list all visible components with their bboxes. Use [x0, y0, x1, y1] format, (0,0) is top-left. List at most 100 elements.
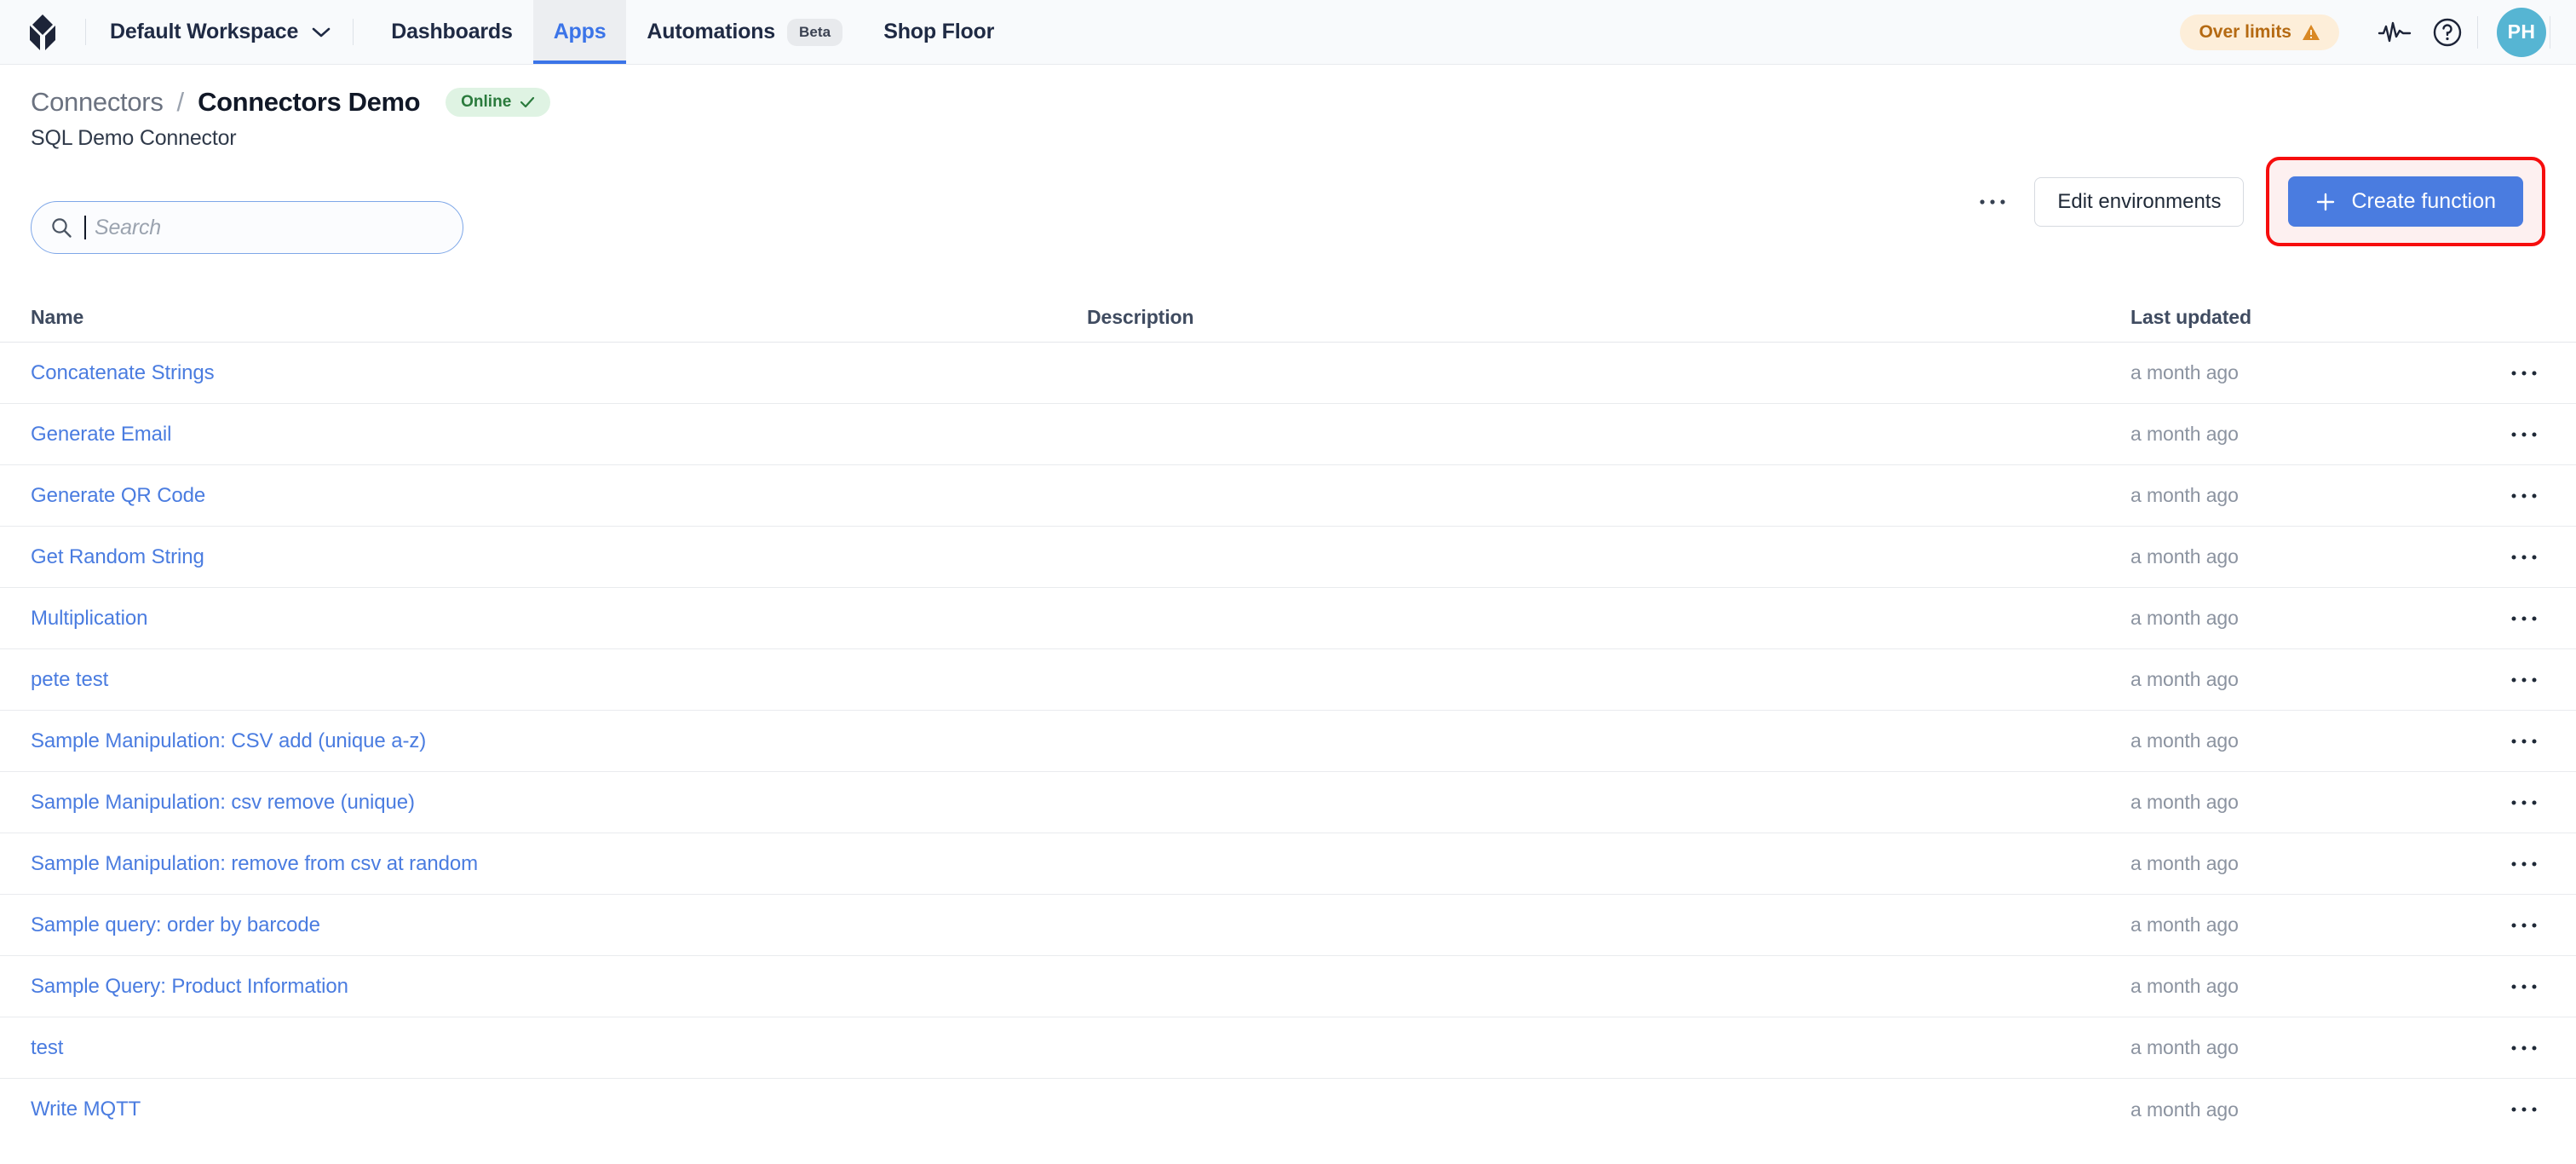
row-menu-button[interactable]: [2504, 599, 2544, 638]
table-row-3[interactable]: Get Random String a month ago: [0, 527, 2576, 588]
table-row-11[interactable]: test a month ago: [0, 1017, 2576, 1079]
row-menu-button[interactable]: [2504, 354, 2544, 393]
breadcrumb: Connectors / Connectors Demo Online: [31, 87, 2545, 118]
user-avatar[interactable]: PH: [2497, 7, 2546, 57]
search-placeholder: Search: [95, 215, 162, 239]
function-name-link[interactable]: Sample Manipulation: csv remove (unique): [31, 791, 415, 814]
row-last-updated-cell: a month ago: [2130, 545, 2239, 568]
row-actions-cell: [2488, 538, 2545, 577]
ellipsis-icon: [2511, 739, 2537, 743]
ellipsis-icon: [2511, 371, 2537, 375]
page-header: Connectors / Connectors Demo Online SQL …: [0, 65, 2576, 246]
top-navigation-bar: Default Workspace Dashboards Apps Automa…: [0, 0, 2576, 65]
activity-monitor-button[interactable]: [2368, 6, 2421, 59]
row-menu-button[interactable]: [2504, 967, 2544, 1006]
row-menu-button[interactable]: [2504, 722, 2544, 761]
table-header-row: Name Description Last updated: [0, 293, 2576, 343]
row-last-updated-cell: a month ago: [2130, 791, 2239, 813]
workspace-selector[interactable]: Default Workspace: [86, 0, 353, 64]
table-row-6[interactable]: Sample Manipulation: CSV add (unique a-z…: [0, 711, 2576, 772]
row-last-updated-cell: a month ago: [2130, 361, 2239, 383]
table-row-7[interactable]: Sample Manipulation: csv remove (unique)…: [0, 772, 2576, 833]
tab-automations[interactable]: Automations Beta: [626, 0, 863, 64]
beta-badge: Beta: [786, 18, 843, 46]
search-input[interactable]: Search: [31, 201, 463, 254]
over-limits-badge[interactable]: Over limits: [2180, 14, 2339, 50]
row-actions-cell: [2488, 660, 2545, 700]
function-name-link[interactable]: Multiplication: [31, 607, 147, 630]
column-header-description: Description: [1087, 306, 1194, 328]
function-name-link[interactable]: Write MQTT: [31, 1098, 141, 1121]
row-menu-button[interactable]: [2504, 660, 2544, 700]
tab-apps[interactable]: Apps: [532, 0, 627, 64]
search-icon: [52, 218, 72, 238]
function-name-link[interactable]: Concatenate Strings: [31, 361, 215, 384]
function-name-link[interactable]: Generate Email: [31, 423, 171, 446]
more-options-button[interactable]: [1969, 179, 2015, 225]
row-actions-cell: [2488, 844, 2545, 884]
text-cursor: [84, 216, 86, 239]
row-actions-cell: [2488, 415, 2545, 454]
row-menu-button[interactable]: [2504, 1029, 2544, 1068]
warning-triangle-icon: [2303, 24, 2320, 40]
table-row-12[interactable]: Write MQTT a month ago: [0, 1079, 2576, 1140]
function-name-link[interactable]: Get Random String: [31, 545, 204, 568]
tab-shop-floor[interactable]: Shop Floor: [863, 0, 1015, 64]
row-last-updated-cell: a month ago: [2130, 1036, 2239, 1058]
brand-logo[interactable]: [0, 0, 85, 64]
row-last-updated-cell: a month ago: [2130, 607, 2239, 629]
ellipsis-icon: [2511, 861, 2537, 866]
create-function-button[interactable]: Create function: [2288, 176, 2523, 227]
column-header-last-updated: Last updated: [2130, 306, 2251, 328]
table-row-0[interactable]: Concatenate Strings a month ago: [0, 343, 2576, 404]
function-name-link[interactable]: Sample query: order by barcode: [31, 913, 320, 936]
table-row-9[interactable]: Sample query: order by barcode a month a…: [0, 895, 2576, 956]
workspace-label: Default Workspace: [110, 20, 299, 43]
row-menu-button[interactable]: [2504, 476, 2544, 516]
over-limits-label: Over limits: [2199, 21, 2291, 42]
row-menu-button[interactable]: [2504, 538, 2544, 577]
function-name-link[interactable]: Sample Manipulation: CSV add (unique a-z…: [31, 729, 426, 752]
row-menu-button[interactable]: [2504, 844, 2544, 884]
row-name-cell: pete test: [31, 668, 1087, 692]
row-last-updated-cell: a month ago: [2130, 668, 2239, 690]
create-function-highlight: Create function: [2266, 157, 2545, 246]
function-name-link[interactable]: Sample Query: Product Information: [31, 975, 348, 998]
row-menu-button[interactable]: [2504, 906, 2544, 945]
ellipsis-icon: [2511, 923, 2537, 927]
chevron-down-icon: [312, 27, 331, 37]
breadcrumb-parent-link[interactable]: Connectors: [31, 87, 164, 118]
row-menu-button[interactable]: [2504, 783, 2544, 822]
ellipsis-icon: [2511, 493, 2537, 498]
table-row-1[interactable]: Generate Email a month ago: [0, 404, 2576, 465]
function-name-link[interactable]: pete test: [31, 668, 108, 691]
create-function-label: Create function: [2351, 189, 2496, 213]
row-menu-button[interactable]: [2504, 1090, 2544, 1129]
row-name-cell: Sample Manipulation: CSV add (unique a-z…: [31, 729, 1087, 753]
function-name-link[interactable]: test: [31, 1036, 63, 1059]
table-row-2[interactable]: Generate QR Code a month ago: [0, 465, 2576, 527]
table-row-10[interactable]: Sample Query: Product Information a mont…: [0, 956, 2576, 1017]
edit-environments-button[interactable]: Edit environments: [2034, 176, 2245, 227]
column-header-name: Name: [31, 306, 84, 328]
topbar-right-actions: Over limits PH: [2180, 0, 2576, 64]
row-name-cell: Generate Email: [31, 423, 1087, 447]
function-name-link[interactable]: Generate QR Code: [31, 484, 205, 507]
table-row-4[interactable]: Multiplication a month ago: [0, 588, 2576, 649]
page-subtitle: SQL Demo Connector: [31, 126, 237, 150]
brand-logo-icon: [30, 14, 55, 50]
row-name-cell: Sample Manipulation: remove from csv at …: [31, 852, 1087, 876]
status-badge: Online: [446, 88, 551, 117]
divider: [2477, 15, 2478, 49]
table-row-8[interactable]: Sample Manipulation: remove from csv at …: [0, 833, 2576, 895]
row-last-updated-cell: a month ago: [2130, 975, 2239, 997]
row-menu-button[interactable]: [2504, 415, 2544, 454]
help-button[interactable]: [2421, 6, 2474, 59]
tab-dashboards[interactable]: Dashboards: [371, 0, 532, 64]
function-name-link[interactable]: Sample Manipulation: remove from csv at …: [31, 852, 478, 875]
table-row-5[interactable]: pete test a month ago: [0, 649, 2576, 711]
row-actions-cell: [2488, 783, 2545, 822]
row-name-cell: Write MQTT: [31, 1098, 1087, 1121]
ellipsis-icon: [1980, 199, 2005, 205]
row-last-updated-cell: a month ago: [2130, 852, 2239, 874]
